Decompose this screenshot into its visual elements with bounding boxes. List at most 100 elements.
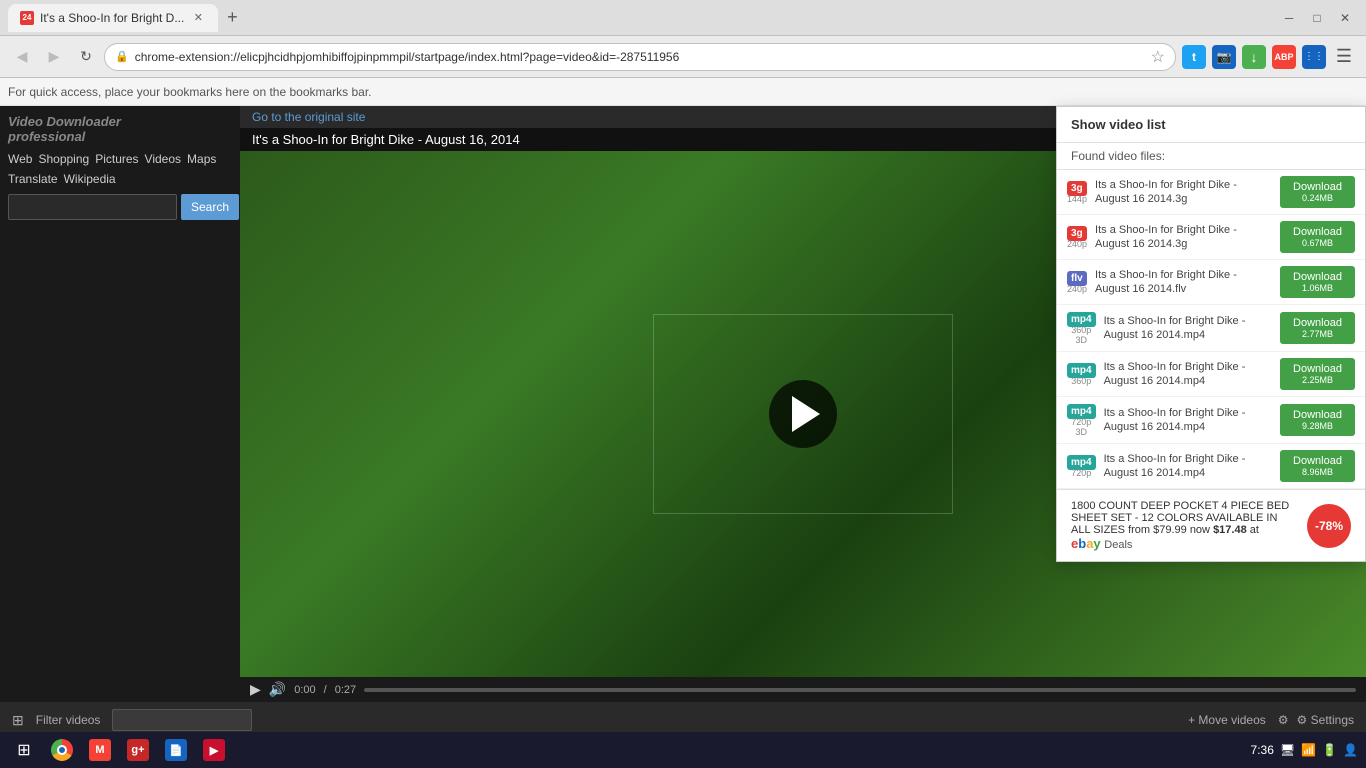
taskbar-apps-button[interactable]: ⊞: [8, 734, 40, 766]
total-time: 0:27: [335, 684, 356, 696]
address-bar[interactable]: 🔒 chrome-extension://elicpjhcidhpjomhibi…: [104, 43, 1176, 71]
nav-web[interactable]: Web: [8, 152, 32, 166]
nav-videos[interactable]: Videos: [145, 152, 181, 166]
download-button-3[interactable]: Download1.06MB: [1280, 266, 1355, 298]
video-item: 3g 144p Its a Shoo-In for Bright Dike - …: [1057, 170, 1365, 215]
window-controls: ─ □ ✕: [1276, 5, 1358, 31]
tab-title: It's a Shoo-In for Bright D...: [40, 11, 184, 25]
resolution-label: 240p: [1067, 239, 1087, 249]
chrome-titlebar: 24 It's a Shoo-In for Bright D... ✕ + ─ …: [0, 0, 1366, 36]
video-filename: Its a Shoo-In for Bright Dike - August 1…: [1104, 360, 1272, 389]
play-pause-button[interactable]: ▶: [250, 681, 261, 698]
browser-tab[interactable]: 24 It's a Shoo-In for Bright D... ✕: [8, 4, 218, 32]
move-videos-button[interactable]: + Move videos: [1188, 713, 1266, 727]
tab-favicon: 24: [20, 11, 34, 25]
download-button-5[interactable]: Download2.25MB: [1280, 358, 1355, 390]
grid-icon: ⋮⋮: [1302, 45, 1326, 69]
discount-badge: -78%: [1307, 504, 1351, 548]
video-filename: Its a Shoo-In for Bright Dike - August 1…: [1104, 452, 1272, 481]
play-triangle-icon: [792, 396, 820, 432]
resolution-label: 720p: [1067, 468, 1096, 478]
format-badge-mp4-720: mp4 720p: [1067, 454, 1096, 478]
menu-button[interactable]: ☰: [1330, 43, 1358, 71]
ebay-ad-text: 1800 COUNT DEEP POCKET 4 PIECE BED SHEET…: [1071, 500, 1297, 551]
current-time: 0:00: [294, 684, 315, 696]
extra-label: 3D: [1067, 427, 1096, 437]
grid-extension-icon[interactable]: ⋮⋮: [1300, 43, 1328, 71]
download-button-7[interactable]: Download8.96MB: [1280, 450, 1355, 482]
video-filename: Its a Shoo-In for Bright Dike - August 1…: [1095, 178, 1272, 207]
video-item: mp4 360p 3D Its a Shoo-In for Bright Dik…: [1057, 305, 1365, 352]
vd-sidebar: Video Downloader professional Web Shoppi…: [0, 106, 240, 702]
download-button-4[interactable]: Download2.77MB: [1280, 312, 1355, 344]
vd-logo-title: Video Downloader: [8, 114, 232, 129]
ad-at-text: at: [1250, 524, 1259, 536]
bookmarks-hint-text: For quick access, place your bookmarks h…: [8, 85, 372, 99]
download-button-1[interactable]: Download0.24MB: [1280, 176, 1355, 208]
ebay-ad: 1800 COUNT DEEP POCKET 4 PIECE BED SHEET…: [1057, 489, 1365, 561]
nav-shopping[interactable]: Shopping: [38, 152, 89, 166]
vd-search-button[interactable]: Search: [181, 194, 239, 220]
video-item: flv 240p Its a Shoo-In for Bright Dike -…: [1057, 260, 1365, 305]
settings-label: ⚙ Settings: [1293, 713, 1354, 727]
video-downloader-extension-icon[interactable]: ↓: [1240, 43, 1268, 71]
maximize-button[interactable]: □: [1304, 5, 1330, 31]
popup-container: Show video list Found video files: 3g 14…: [1056, 106, 1366, 702]
vd-search-input[interactable]: [8, 194, 177, 220]
taskbar-chrome-icon[interactable]: [46, 734, 78, 766]
move-videos-label: + Move videos: [1188, 713, 1266, 727]
format-badge-mp4-360-3d: mp4 360p 3D: [1067, 311, 1096, 345]
vd-logo-subtitle: professional: [8, 129, 232, 144]
taskbar-system-area: 7:36 🖥 📶 🔋 👤: [1251, 743, 1358, 757]
minimize-button[interactable]: ─: [1276, 5, 1302, 31]
format-badge-3g-240: 3g 240p: [1067, 225, 1087, 249]
download-button-2[interactable]: Download0.67MB: [1280, 221, 1355, 253]
reload-button[interactable]: ↻: [72, 43, 100, 71]
twitter-icon: t: [1182, 45, 1206, 69]
popup-subheader-text: Found video files:: [1071, 149, 1165, 163]
filter-videos-input[interactable]: [112, 709, 252, 731]
download-arrow-icon: ↓: [1242, 45, 1266, 69]
taskbar-google-plus-icon[interactable]: g+: [122, 734, 154, 766]
chrome-toolbar: ◀ ▶ ↻ 🔒 chrome-extension://elicpjhcidhpj…: [0, 36, 1366, 78]
tab-close-button[interactable]: ✕: [190, 10, 206, 26]
download-button-6[interactable]: Download9.28MB: [1280, 404, 1355, 436]
adblock-extension-icon[interactable]: ABP: [1270, 43, 1298, 71]
taskbar-clock: 7:36: [1251, 743, 1274, 757]
nav-translate[interactable]: Translate: [8, 172, 58, 186]
nav-wikipedia[interactable]: Wikipedia: [64, 172, 116, 186]
taskbar-gmail-icon[interactable]: M: [84, 734, 116, 766]
go-to-original-link[interactable]: Go to the original site: [252, 110, 365, 124]
video-item: mp4 360p Its a Shoo-In for Bright Dike -…: [1057, 352, 1365, 397]
adblock-icon: ABP: [1272, 45, 1296, 69]
security-icon: 🔒: [115, 50, 129, 63]
popup-subheader: Found video files:: [1057, 143, 1365, 170]
video-filename: Its a Shoo-In for Bright Dike - August 1…: [1104, 314, 1272, 343]
taskbar-user-icon: 👤: [1343, 743, 1358, 757]
taskbar-docs-icon[interactable]: 📄: [160, 734, 192, 766]
format-badge-mp4-720-3d: mp4 720p 3D: [1067, 403, 1096, 437]
nav-pictures[interactable]: Pictures: [95, 152, 138, 166]
nav-maps[interactable]: Maps: [187, 152, 216, 166]
close-button[interactable]: ✕: [1332, 5, 1358, 31]
bookmark-star-icon[interactable]: ☆: [1151, 47, 1165, 67]
taskbar-wifi-icon: 📶: [1301, 743, 1316, 757]
volume-button[interactable]: 🔊: [269, 681, 286, 698]
format-badge-3g-144: 3g 144p: [1067, 180, 1087, 204]
settings-button[interactable]: ⚙ ⚙ Settings: [1278, 713, 1354, 727]
vd-logo: Video Downloader professional: [8, 114, 232, 144]
format-badge-mp4-360: mp4 360p: [1067, 362, 1096, 386]
screenshot-extension-icon[interactable]: 📷: [1210, 43, 1238, 71]
back-button[interactable]: ◀: [8, 43, 36, 71]
resolution-label: 240p: [1067, 284, 1087, 294]
taskbar-youtube-icon[interactable]: ▶: [198, 734, 230, 766]
video-filename: Its a Shoo-In for Bright Dike - August 1…: [1095, 223, 1272, 252]
play-button[interactable]: [769, 380, 837, 448]
twitter-extension-icon[interactable]: t: [1180, 43, 1208, 71]
video-filename: Its a Shoo-In for Bright Dike - August 1…: [1095, 268, 1272, 297]
forward-button[interactable]: ▶: [40, 43, 68, 71]
toolbar-extension-icons: t 📷 ↓ ABP ⋮⋮ ☰: [1180, 43, 1358, 71]
taskbar-monitor-icon: 🖥: [1280, 743, 1295, 757]
new-tab-button[interactable]: +: [218, 4, 246, 32]
video-filename: Its a Shoo-In for Bright Dike - August 1…: [1104, 406, 1272, 435]
